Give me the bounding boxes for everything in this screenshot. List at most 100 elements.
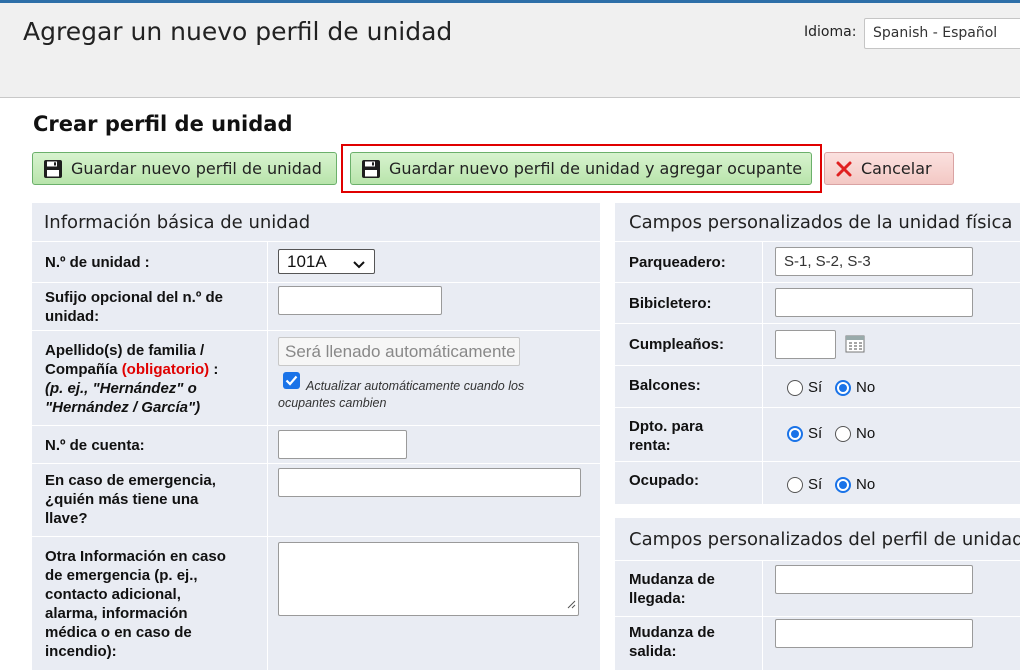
parking-input[interactable]: S-1, S-2, S-3 [775,247,973,276]
birthday-input[interactable] [775,330,836,359]
language-select[interactable]: Spanish - Español [864,18,1020,49]
family-name-label-colon: : [213,361,219,378]
occupied-no-radio[interactable]: No [835,476,875,493]
auto-update-label-line: ocupantes cambien [278,396,387,410]
emergency-key-label-line: En caso de emergencia, [45,472,216,489]
floppy-disk-icon [43,159,63,179]
birthday-row: Cumpleaños: [615,323,1020,365]
unit-profile-panel: Campos personalizados del perfil de unid… [615,518,1020,670]
other-info-label-line: médica o en caso de [45,624,192,641]
resize-handle-icon[interactable] [566,596,576,613]
page-title: Agregar un nuevo perfil de unidad [23,17,453,46]
other-emergency-info-label: Otra Información en caso de emergencia (… [45,547,226,661]
emergency-key-row: En caso de emergencia, ¿quién más tiene … [32,463,600,536]
cancel-button-label: Cancelar [861,159,932,178]
bike-label: Bibicletero: [629,295,712,312]
parking-label: Parqueadero: [629,254,726,271]
calendar-icon[interactable] [845,335,865,358]
family-name-label-company: Compañía [45,361,118,378]
occupied-yes-label: Sí [808,476,823,493]
unit-suffix-label: Sufijo opcional del n.º de unidad: [45,288,223,326]
unit-suffix-label-line: unidad: [45,308,100,325]
other-info-label-line: de emergencia (p. ej., [45,567,198,584]
emergency-key-label-line: llave? [45,510,88,527]
unit-number-value: 101A [287,252,327,271]
occupied-no-label: No [856,476,876,493]
account-number-input[interactable] [278,430,407,459]
balcony-yes-radio[interactable]: Sí [787,379,822,396]
other-emergency-info-row: Otra Información en caso de emergencia (… [32,536,600,670]
move-in-row: Mudanza de llegada: [615,560,1020,616]
other-info-label-line: alarma, información [45,605,188,622]
family-name-row: Apellido(s) de familia / Compañía (oblig… [32,330,600,425]
account-number-label: N.º de cuenta: [45,437,145,454]
rental-label: Dpto. para renta: [629,417,703,455]
move-out-row: Mudanza de salida: [615,616,1020,670]
family-name-example: "Hernández / García") [45,399,201,416]
rental-label-line: Dpto. para [629,418,704,435]
save-button[interactable]: Guardar nuevo perfil de unidad [32,152,337,185]
bike-input[interactable] [775,288,973,317]
rental-yes-label: Sí [808,425,823,442]
page-header: Agregar un nuevo perfil de unidad Idioma… [0,0,1020,98]
required-marker: (obligatorio) [121,361,210,378]
emergency-key-label-line: ¿quién más tiene una [45,491,199,508]
chevron-down-icon [352,255,366,273]
bike-row: Bibicletero: [615,282,1020,323]
move-out-label-line: salida: [629,643,677,660]
cancel-button[interactable]: Cancelar [824,152,954,185]
rental-label-line: renta: [629,437,671,454]
occupied-label: Ocupado: [629,472,699,489]
section-title: Crear perfil de unidad [33,112,293,136]
x-icon [835,160,853,178]
occupied-yes-radio[interactable]: Sí [787,476,822,493]
auto-update-label: Actualizar automáticamente cuando los oc… [278,378,524,412]
unit-suffix-row: Sufijo opcional del n.º de unidad: [32,282,600,330]
save-button-label: Guardar nuevo perfil de unidad [71,159,322,178]
move-out-input[interactable] [775,619,973,648]
birthday-label: Cumpleaños: [629,336,725,353]
move-out-label-line: Mudanza de [629,624,715,641]
family-name-example: (p. ej., "Hernández" o [45,380,197,397]
language-label: Idioma: [804,24,857,40]
rental-row: Dpto. para renta: Sí No [615,407,1020,461]
move-in-label-line: Mudanza de [629,571,715,588]
unit-number-select[interactable]: 101A [278,249,375,274]
other-info-label-line: contacto adicional, [45,586,181,603]
save-and-add-occupant-button[interactable]: Guardar nuevo perfil de unidad y agregar… [350,152,812,185]
family-name-label: Apellido(s) de familia / Compañía (oblig… [45,341,218,417]
occupied-row: Ocupado: Sí No [615,461,1020,504]
balcony-label: Balcones: [629,377,701,394]
unit-suffix-label-line: Sufijo opcional del n.º de [45,289,223,306]
physical-unit-heading: Campos personalizados de la unidad físic… [629,211,1013,233]
balcony-yes-label: Sí [808,379,823,396]
move-in-input[interactable] [775,565,973,594]
unit-suffix-input[interactable] [278,286,442,315]
emergency-key-input[interactable] [278,468,581,497]
rental-no-label: No [856,425,876,442]
other-emergency-info-textarea[interactable] [278,542,579,616]
auto-update-label-line: Actualizar automáticamente cuando los [306,379,525,393]
move-in-label-line: llegada: [629,590,686,607]
unit-profile-heading: Campos personalizados del perfil de unid… [629,528,1020,550]
unit-number-row: N.º de unidad : 101A [32,241,600,282]
rental-no-radio[interactable]: No [835,425,875,442]
emergency-key-label: En caso de emergencia, ¿quién más tiene … [45,471,216,528]
basic-info-heading: Información básica de unidad [44,211,311,233]
move-in-label: Mudanza de llegada: [629,570,715,608]
save-and-add-label: Guardar nuevo perfil de unidad y agregar… [389,159,803,178]
account-number-row: N.º de cuenta: [32,425,600,463]
parking-row: Parqueadero: S-1, S-2, S-3 [615,241,1020,282]
balcony-row: Balcones: Sí No [615,365,1020,407]
unit-number-label: N.º de unidad : [45,254,150,271]
family-name-label-line: Apellido(s) de familia / [45,342,205,359]
rental-yes-radio[interactable]: Sí [787,425,822,442]
balcony-no-radio[interactable]: No [835,379,875,396]
move-out-label: Mudanza de salida: [629,623,715,661]
family-name-input[interactable]: Será llenado automáticamente [278,337,520,366]
floppy-disk-icon [361,159,381,179]
basic-info-panel: Información básica de unidad N.º de unid… [32,203,600,670]
physical-unit-panel: Campos personalizados de la unidad físic… [615,203,1020,504]
balcony-no-label: No [856,379,876,396]
other-info-label-line: Otra Información en caso [45,548,226,565]
